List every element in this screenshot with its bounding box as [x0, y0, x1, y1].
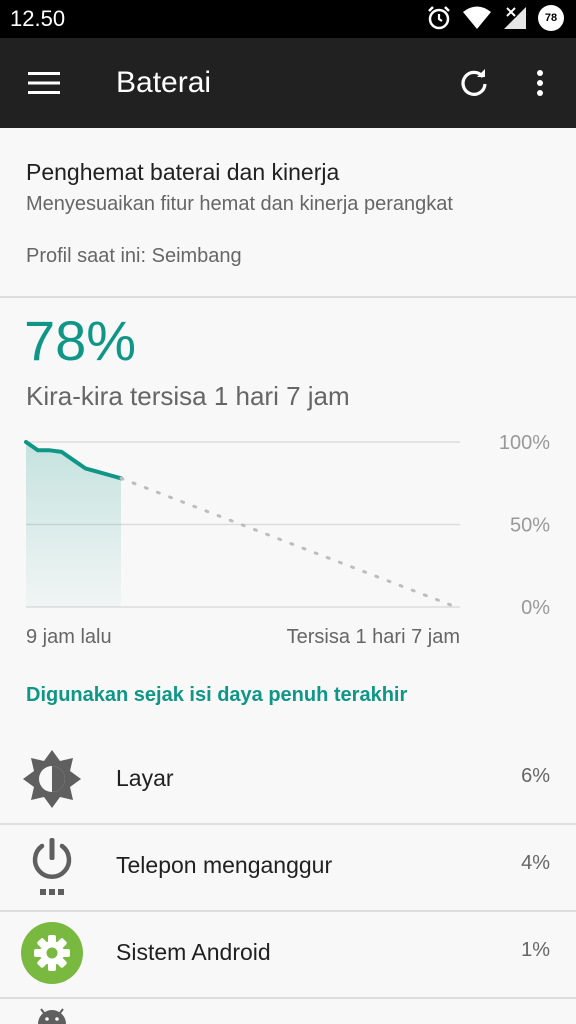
battery-history-area: [26, 442, 121, 607]
power-icon: [20, 834, 84, 898]
refresh-button[interactable]: [444, 38, 504, 128]
battery-projection-line: [119, 476, 458, 609]
status-time: 12.50: [10, 6, 66, 31]
usage-item-screen[interactable]: Layar 6%: [0, 737, 576, 823]
status-icons: 78: [426, 5, 564, 31]
signal-icon: [504, 7, 526, 29]
battery-saver-subtitle: Menyesuaikan fitur hemat dan kinerja per…: [26, 193, 453, 215]
app-toolbar: Baterai: [0, 38, 576, 128]
usage-item-idle-phone[interactable]: Telepon menganggur 4%: [0, 824, 576, 910]
battery-percent: 78%: [24, 309, 137, 372]
battery-saver-title: Penghemat baterai dan kinerja: [26, 159, 340, 185]
battery-saver-item[interactable]: Penghemat baterai dan kinerja Menyesuaik…: [0, 128, 576, 296]
chart-y-tick-label: 100%: [499, 432, 550, 454]
divider: [0, 296, 576, 298]
usage-item-android-system[interactable]: Sistem Android 1%: [0, 911, 576, 997]
battery-level-text: 78: [544, 12, 558, 24]
chart-x-end-label: Tersisa 1 hari 7 jam: [286, 626, 460, 648]
usage-item-value: 1%: [521, 939, 550, 961]
usage-item-value: 6%: [521, 765, 550, 787]
chart-y-tick-label: 50%: [510, 515, 550, 537]
refresh-icon: [461, 69, 487, 96]
battery-remaining: Kira-kira tersisa 1 hari 7 jam: [26, 381, 350, 411]
chart-y-tick-label: 0%: [521, 597, 550, 619]
alarm-icon: [428, 6, 450, 30]
current-profile: Profil saat ini: Seimbang: [26, 245, 242, 267]
usage-item-partial[interactable]: [0, 998, 576, 1024]
menu-button[interactable]: [14, 38, 74, 128]
usage-item-value: 4%: [521, 852, 550, 874]
status-bar: 12.50 78: [0, 0, 576, 38]
page-title: Baterai: [116, 66, 212, 99]
brightness-icon: [20, 747, 84, 811]
usage-section-header: Digunakan sejak isi daya penuh terakhir: [26, 684, 408, 706]
usage-item-label: Sistem Android: [116, 939, 271, 965]
usage-item-label: Telepon menganggur: [116, 852, 333, 878]
battery-chart: 100% 50% 0%: [24, 432, 550, 619]
menu-icon: [28, 72, 60, 94]
settings-gear-icon: [20, 921, 84, 985]
chart-x-start-label: 9 jam lalu: [26, 626, 112, 648]
wifi-icon: [463, 6, 491, 29]
usage-item-label: Layar: [116, 765, 174, 791]
more-vert-icon: [537, 70, 543, 96]
battery-level-icon: 78: [538, 5, 564, 31]
more-options-button[interactable]: [510, 38, 570, 128]
android-icon: [36, 1008, 68, 1024]
